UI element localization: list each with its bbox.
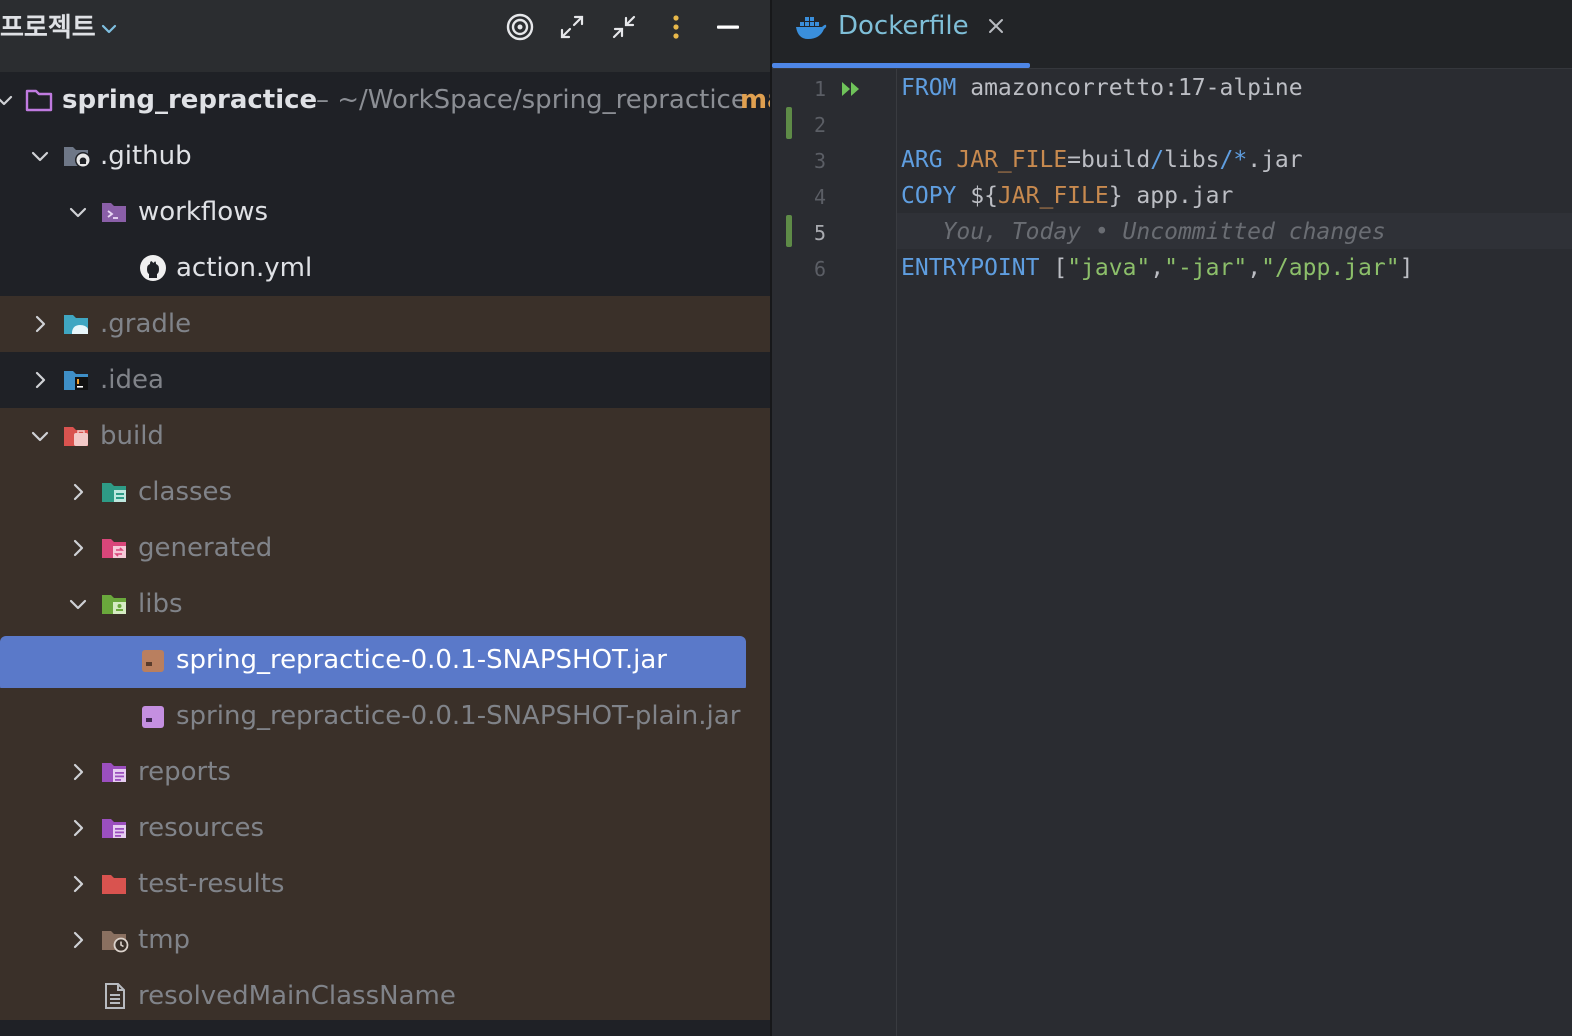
jar-file-icon bbox=[138, 646, 168, 674]
line-number: 5 bbox=[813, 221, 826, 245]
folder-icon bbox=[100, 870, 130, 898]
project-tool-window: 프로젝트 spring_repractice – ~/WorkSpace/spr… bbox=[0, 0, 772, 1036]
inline-blame-annotation: You, Today • Uncommitted changes bbox=[901, 219, 1386, 245]
chevron-down-icon[interactable] bbox=[68, 202, 88, 222]
chevron-right-icon[interactable] bbox=[30, 370, 50, 390]
collapse-all-icon[interactable] bbox=[610, 13, 638, 41]
editor-tab-bar: Dockerfile bbox=[772, 0, 1572, 69]
chevron-right-icon[interactable] bbox=[68, 818, 88, 838]
chevron-down-icon[interactable] bbox=[0, 90, 14, 110]
tab-label: Dockerfile bbox=[838, 11, 969, 41]
chevron-right-icon[interactable] bbox=[68, 930, 88, 950]
tree-row-reports[interactable]: reports bbox=[0, 744, 772, 800]
github-folder-icon bbox=[62, 142, 92, 170]
tree-row-tmp[interactable]: tmp bbox=[0, 912, 772, 968]
github-icon bbox=[138, 254, 168, 282]
tree-label: .idea bbox=[100, 365, 164, 395]
vcs-change-marker[interactable] bbox=[786, 215, 792, 247]
project-path: – ~/WorkSpace/spring_repractice bbox=[316, 85, 747, 115]
text-file-icon bbox=[100, 982, 130, 1010]
editor-gutter: 1 2 3 4 5 6 bbox=[772, 69, 897, 1036]
tree-label: action.yml bbox=[176, 253, 313, 283]
tree-row-plain-jar[interactable]: spring_repractice-0.0.1-SNAPSHOT-plain.j… bbox=[0, 688, 772, 744]
gradle-folder-icon bbox=[62, 310, 92, 338]
locate-target-icon[interactable] bbox=[506, 13, 534, 41]
expand-all-icon[interactable] bbox=[558, 13, 586, 41]
tree-label: .gradle bbox=[100, 309, 192, 339]
tab-dockerfile[interactable]: Dockerfile bbox=[772, 0, 1030, 68]
tree-label: generated bbox=[138, 533, 273, 563]
line-number: 2 bbox=[813, 113, 826, 137]
chevron-right-icon[interactable] bbox=[68, 482, 88, 502]
tree-label: classes bbox=[138, 477, 233, 507]
chevron-down-icon[interactable] bbox=[68, 594, 88, 614]
tree-row-test-results[interactable]: test-results bbox=[0, 856, 772, 912]
tree-row-root[interactable]: spring_repractice – ~/WorkSpace/spring_r… bbox=[0, 72, 772, 128]
resources-folder-icon bbox=[100, 814, 130, 842]
chevron-right-icon[interactable] bbox=[68, 874, 88, 894]
line-number: 4 bbox=[813, 185, 826, 209]
tree-row-workflows[interactable]: workflows bbox=[0, 184, 772, 240]
editor-area: Dockerfile 1 2 3 4 5 6 FROM amazoncorret… bbox=[772, 0, 1572, 1036]
close-icon[interactable] bbox=[986, 16, 1006, 36]
tree-row-gradle[interactable]: .gradle bbox=[0, 296, 772, 352]
tree-row-resources[interactable]: resources bbox=[0, 800, 772, 856]
chevron-down-icon[interactable] bbox=[30, 146, 50, 166]
code-line-4: COPY ${JAR_FILE} app.jar bbox=[901, 183, 1234, 209]
tree-row-github[interactable]: .github bbox=[0, 128, 772, 184]
run-icon[interactable] bbox=[840, 79, 862, 99]
code-line-6: ENTRYPOINT ["java","-jar","/app.jar"] bbox=[901, 255, 1414, 281]
active-tab-indicator bbox=[772, 63, 1030, 68]
tree-label: spring_repractice-0.0.1-SNAPSHOT-plain.j… bbox=[176, 701, 741, 731]
tree-row-classes[interactable]: classes bbox=[0, 464, 772, 520]
chevron-right-icon[interactable] bbox=[68, 538, 88, 558]
vcs-change-marker[interactable] bbox=[786, 107, 792, 139]
libs-folder-icon bbox=[100, 590, 130, 618]
tree-label: tmp bbox=[138, 925, 191, 955]
build-folder-icon bbox=[62, 422, 92, 450]
tree-label: resolvedMainClassName bbox=[138, 981, 456, 1011]
tree-row-action-yml[interactable]: action.yml bbox=[0, 240, 772, 296]
reports-folder-icon bbox=[100, 758, 130, 786]
tree-label: spring_repractice bbox=[62, 85, 318, 115]
project-header: 프로젝트 bbox=[0, 0, 772, 73]
chevron-down-icon[interactable] bbox=[100, 20, 118, 38]
tree-row-libs[interactable]: libs bbox=[0, 576, 772, 632]
chevron-down-icon[interactable] bbox=[30, 426, 50, 446]
tree-label: test-results bbox=[138, 869, 285, 899]
jar-file-icon bbox=[138, 702, 168, 730]
line-number: 1 bbox=[813, 77, 826, 101]
code-editor[interactable]: FROM amazoncorretto:17-alpine ARG JAR_FI… bbox=[897, 69, 1572, 1036]
minimize-icon[interactable] bbox=[714, 13, 742, 41]
chevron-right-icon[interactable] bbox=[68, 762, 88, 782]
panel-bottom-edge bbox=[0, 1020, 772, 1036]
idea-folder-icon bbox=[62, 366, 92, 394]
tree-row-generated[interactable]: generated bbox=[0, 520, 772, 576]
line-number: 6 bbox=[813, 257, 826, 281]
tree-label: build bbox=[100, 421, 164, 451]
workflow-folder-icon bbox=[100, 198, 130, 226]
code-line-1: FROM amazoncorretto:17-alpine bbox=[901, 75, 1303, 101]
chevron-right-icon[interactable] bbox=[30, 314, 50, 334]
tree-label: reports bbox=[138, 757, 231, 787]
tree-label: workflows bbox=[138, 197, 269, 227]
project-view-selector[interactable]: 프로젝트 bbox=[0, 12, 96, 44]
line-number: 3 bbox=[813, 149, 826, 173]
generated-folder-icon bbox=[100, 534, 130, 562]
temp-folder-icon bbox=[100, 926, 130, 954]
git-branch-label: ma bbox=[740, 85, 772, 115]
classes-folder-icon bbox=[100, 478, 130, 506]
more-options-icon[interactable] bbox=[662, 13, 690, 41]
tree-row-resolved-main-class[interactable]: resolvedMainClassName bbox=[0, 968, 772, 1024]
tree-label: libs bbox=[138, 589, 183, 619]
tree-row-snapshot-jar[interactable]: spring_repractice-0.0.1-SNAPSHOT.jar bbox=[0, 632, 772, 692]
tree-row-idea[interactable]: .idea bbox=[0, 352, 772, 408]
folder-icon bbox=[24, 86, 54, 114]
tree-row-build[interactable]: build bbox=[0, 408, 772, 464]
tree-label: resources bbox=[138, 813, 265, 843]
tree-label: .github bbox=[100, 141, 192, 171]
docker-icon bbox=[794, 12, 828, 42]
code-line-3: ARG JAR_FILE=build/libs/*.jar bbox=[901, 147, 1303, 173]
tree-label: spring_repractice-0.0.1-SNAPSHOT.jar bbox=[176, 645, 667, 675]
